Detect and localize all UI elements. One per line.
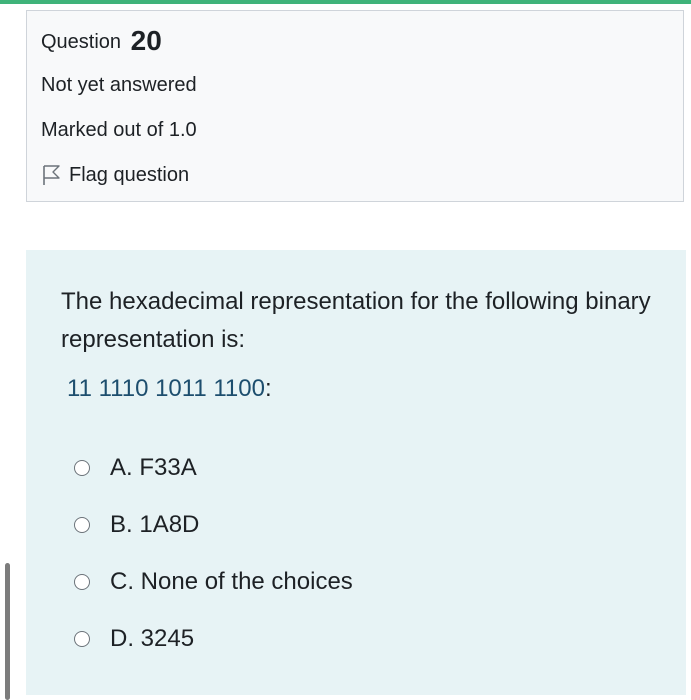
flag-question-label[interactable]: Flag question [69, 164, 189, 187]
question-grade: Marked out of 1.0 [41, 119, 197, 141]
binary-colon: : [264, 375, 272, 402]
binary-value: 11 1110 1011 1100: [67, 375, 272, 403]
radio-button-a[interactable] [74, 460, 90, 476]
question-info-panel: Question 20 Not yet answered Marked out … [26, 10, 684, 202]
question-content-panel: The hexadecimal representation for the f… [26, 250, 686, 695]
question-number: 20 [130, 25, 162, 56]
flag-question-button[interactable]: Flag question [41, 163, 189, 187]
radio-button-d[interactable] [74, 631, 90, 647]
question-label: Question [41, 31, 122, 53]
flag-icon[interactable] [41, 163, 63, 187]
question-state: Not yet answered [41, 74, 197, 96]
top-accent-bar [0, 0, 691, 4]
radio-button-b[interactable] [74, 517, 90, 533]
answer-option-b[interactable]: B. 1A8D [74, 511, 199, 539]
answer-option-a-label[interactable]: A. F33A [110, 454, 197, 482]
question-text: The hexadecimal representation for the f… [61, 288, 651, 353]
radio-button-c[interactable] [74, 574, 90, 590]
answer-option-b-label[interactable]: B. 1A8D [110, 511, 199, 539]
answer-option-d-label[interactable]: D. 3245 [110, 625, 194, 653]
answer-option-c[interactable]: C. None of the choices [74, 568, 353, 596]
answer-option-c-label[interactable]: C. None of the choices [110, 568, 353, 596]
answer-option-a[interactable]: A. F33A [74, 454, 197, 482]
scrollbar[interactable] [5, 563, 10, 700]
answer-option-d[interactable]: D. 3245 [74, 625, 194, 653]
binary-number: 11 1110 1011 1100 [67, 375, 265, 402]
question-heading: Question 20 [41, 25, 162, 57]
